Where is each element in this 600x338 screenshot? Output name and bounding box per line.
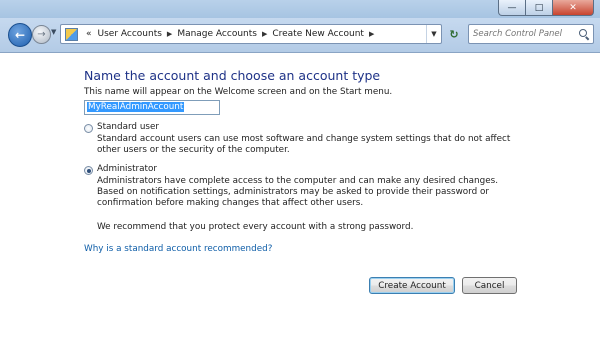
- forward-arrow-icon: →: [37, 29, 46, 40]
- breadcrumb-overflow[interactable]: «: [83, 29, 95, 39]
- standard-user-description: Standard account users can use most soft…: [97, 134, 511, 155]
- address-dropdown-button[interactable]: ▼: [426, 25, 441, 43]
- create-account-button[interactable]: Create Account: [369, 277, 455, 294]
- breadcrumb-user-accounts[interactable]: User Accounts: [95, 29, 165, 39]
- back-arrow-icon: ←: [14, 28, 26, 42]
- breadcrumb-separator-icon[interactable]: ▶: [367, 30, 376, 38]
- standard-user-radio[interactable]: [84, 124, 93, 133]
- control-panel-icon: [65, 27, 78, 41]
- name-hint-text: This name will appear on the Welcome scr…: [84, 87, 393, 97]
- breadcrumb-separator-icon[interactable]: ▶: [165, 30, 174, 38]
- chevron-down-icon: ▼: [51, 28, 57, 36]
- main-content: Name the account and choose an account t…: [0, 53, 600, 338]
- back-button[interactable]: ←: [8, 23, 32, 47]
- administrator-description: Administrators have complete access to t…: [97, 176, 498, 208]
- account-name-input[interactable]: MyRealAdminAccount: [84, 100, 220, 115]
- forward-button[interactable]: →: [32, 25, 51, 44]
- cancel-button[interactable]: Cancel: [462, 277, 517, 294]
- search-box[interactable]: [468, 24, 594, 44]
- navigation-bar: ← → ▼ « User Accounts ▶ Manage Accounts …: [0, 18, 600, 53]
- refresh-icon: ↻: [449, 27, 459, 41]
- maximize-icon: □: [534, 2, 544, 13]
- breadcrumb-separator-icon[interactable]: ▶: [260, 30, 269, 38]
- title-bar: — □ ✕: [0, 0, 600, 18]
- caption-buttons: — □ ✕: [498, 0, 594, 16]
- minimize-button[interactable]: —: [498, 0, 526, 16]
- account-name-value: MyRealAdminAccount: [87, 102, 185, 112]
- refresh-button[interactable]: ↻: [445, 26, 463, 42]
- minimize-icon: —: [507, 2, 517, 13]
- chevron-down-icon: ▼: [431, 30, 437, 38]
- breadcrumb: « User Accounts ▶ Manage Accounts ▶ Crea…: [83, 29, 376, 39]
- maximize-button[interactable]: □: [525, 0, 553, 16]
- password-recommendation-text: We recommend that you protect every acco…: [97, 222, 414, 232]
- page-title: Name the account and choose an account t…: [84, 68, 381, 83]
- close-button[interactable]: ✕: [552, 0, 594, 16]
- search-input[interactable]: [473, 29, 573, 39]
- breadcrumb-manage-accounts[interactable]: Manage Accounts: [174, 29, 260, 39]
- administrator-label[interactable]: Administrator: [97, 164, 157, 174]
- search-icon[interactable]: [579, 29, 590, 41]
- administrator-radio[interactable]: [84, 166, 93, 175]
- standard-account-help-link[interactable]: Why is a standard account recommended?: [84, 244, 272, 254]
- standard-user-label[interactable]: Standard user: [97, 122, 159, 132]
- breadcrumb-create-new-account[interactable]: Create New Account: [269, 29, 367, 39]
- close-icon: ✕: [569, 2, 577, 13]
- address-bar[interactable]: « User Accounts ▶ Manage Accounts ▶ Crea…: [60, 24, 442, 44]
- recent-pages-dropdown[interactable]: ▼: [51, 28, 56, 36]
